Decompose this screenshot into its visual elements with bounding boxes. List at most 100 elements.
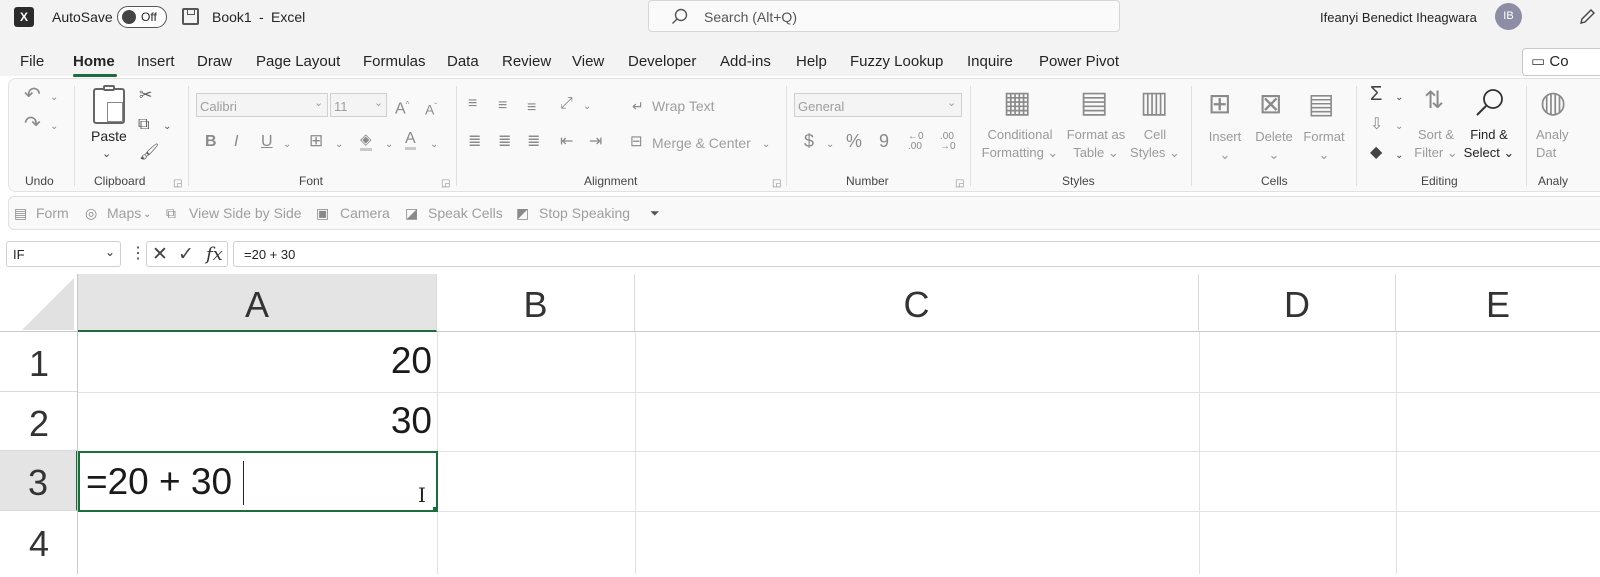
underline-dropdown-icon[interactable]: ⌄ bbox=[283, 137, 291, 153]
decrease-font-icon[interactable]: Aˇ bbox=[425, 99, 437, 118]
copy-icon[interactable]: ⧉ bbox=[138, 117, 149, 133]
tab-add-ins[interactable]: Add-ins bbox=[720, 53, 771, 70]
align-right-icon[interactable]: ≣ bbox=[527, 134, 540, 150]
tab-insert[interactable]: Insert bbox=[137, 53, 175, 70]
stop-speaking-icon[interactable]: ◩ bbox=[516, 205, 529, 221]
increase-indent-icon[interactable]: ⇥ bbox=[589, 134, 602, 150]
find-select-icon[interactable] bbox=[1474, 87, 1506, 119]
italic-icon[interactable]: I bbox=[234, 134, 238, 150]
fill-handle[interactable] bbox=[433, 507, 438, 512]
increase-font-icon[interactable]: A^ bbox=[395, 97, 409, 117]
clipboard-launcher-icon[interactable]: ◲ bbox=[173, 176, 182, 192]
percent-icon[interactable]: % bbox=[846, 132, 862, 150]
row-header-4[interactable]: 4 bbox=[0, 511, 78, 574]
borders-dropdown-icon[interactable]: ⌄ bbox=[335, 137, 343, 153]
column-header-b[interactable]: B bbox=[437, 274, 635, 332]
conditional-formatting-button[interactable]: Conditional Formatting ⌄ bbox=[980, 126, 1060, 162]
cancel-icon[interactable]: ✕ bbox=[152, 243, 168, 266]
tab-review[interactable]: Review bbox=[502, 53, 551, 70]
customize-qat-icon[interactable]: ⏷ bbox=[650, 205, 660, 221]
borders-icon[interactable]: ⊞ bbox=[309, 132, 323, 149]
orientation-dropdown-icon[interactable]: ⌄ bbox=[583, 99, 591, 115]
format-as-table-button[interactable]: Format as Table ⌄ bbox=[1062, 126, 1130, 162]
active-cell-a3[interactable]: =20 + 30 I bbox=[78, 451, 438, 512]
enter-icon[interactable]: ✓ bbox=[178, 243, 194, 266]
redo-dropdown-icon[interactable]: ⌄ bbox=[50, 119, 58, 135]
tab-developer[interactable]: Developer bbox=[628, 53, 696, 70]
insert-cells-icon[interactable]: ⊞ bbox=[1208, 90, 1231, 118]
insert-function-icon[interactable]: fx bbox=[206, 244, 223, 265]
merge-center-button[interactable]: Merge & Center bbox=[652, 135, 751, 151]
autosum-dropdown-icon[interactable]: ⌄ bbox=[1395, 90, 1403, 106]
qat-stop-speaking[interactable]: Stop Speaking bbox=[539, 205, 630, 221]
tab-inquire[interactable]: Inquire bbox=[967, 53, 1013, 70]
fill-icon[interactable]: ⇩ bbox=[1370, 117, 1383, 133]
tab-formulas[interactable]: Formulas bbox=[363, 53, 426, 70]
comma-style-icon[interactable]: 9 bbox=[879, 132, 889, 150]
column-header-e[interactable]: E bbox=[1396, 274, 1600, 332]
undo-dropdown-icon[interactable]: ⌄ bbox=[50, 90, 58, 106]
currency-icon[interactable]: $ bbox=[804, 132, 814, 150]
select-all-corner[interactable] bbox=[0, 274, 78, 332]
cell-styles-button[interactable]: Cell Styles ⌄ bbox=[1126, 126, 1184, 162]
insert-cells-button[interactable]: Insert ⌄ bbox=[1200, 128, 1250, 164]
font-color-icon[interactable]: A bbox=[405, 131, 416, 150]
tab-file[interactable]: File bbox=[20, 53, 44, 70]
orientation-icon[interactable]: ⤢ bbox=[560, 96, 573, 112]
user-avatar[interactable]: IB bbox=[1495, 3, 1522, 30]
find-select-button[interactable]: Find & Select ⌄ bbox=[1462, 126, 1516, 162]
qat-form[interactable]: Form bbox=[36, 205, 69, 221]
conditional-formatting-icon[interactable]: ▦ bbox=[1003, 88, 1031, 118]
search-box[interactable]: Search (Alt+Q) bbox=[648, 0, 1120, 32]
tab-view[interactable]: View bbox=[572, 53, 604, 70]
copy-dropdown-icon[interactable]: ⌄ bbox=[163, 119, 171, 135]
tab-data[interactable]: Data bbox=[447, 53, 479, 70]
cell-styles-icon[interactable]: ▥ bbox=[1140, 88, 1168, 118]
fill-dropdown-icon[interactable]: ⌄ bbox=[1395, 119, 1403, 135]
column-header-c[interactable]: C bbox=[635, 274, 1199, 332]
decrease-decimal-icon[interactable]: .00 →0 bbox=[940, 132, 956, 152]
pen-icon[interactable] bbox=[1578, 8, 1596, 26]
row-header-3[interactable]: 3 bbox=[0, 451, 78, 511]
more-options-icon[interactable]: ⋮ bbox=[130, 243, 146, 263]
formula-input[interactable]: =20 + 30 bbox=[233, 241, 1600, 267]
analyze-data-button[interactable]: Analy Dat bbox=[1536, 126, 1596, 162]
cell-a1[interactable]: 20 bbox=[78, 340, 432, 382]
font-name-select[interactable]: Calibri ⌄ bbox=[196, 93, 328, 117]
tab-power-pivot[interactable]: Power Pivot bbox=[1039, 53, 1119, 70]
view-side-by-side-icon[interactable]: ⧉ bbox=[166, 205, 176, 221]
wrap-text-button[interactable]: Wrap Text bbox=[652, 98, 715, 114]
autosum-icon[interactable]: Σ bbox=[1370, 84, 1382, 104]
tab-home[interactable]: Home bbox=[73, 53, 115, 70]
alignment-launcher-icon[interactable]: ◲ bbox=[772, 176, 781, 192]
maps-icon[interactable]: ◎ bbox=[85, 205, 97, 221]
tab-draw[interactable]: Draw bbox=[197, 53, 232, 70]
format-painter-icon[interactable]: 🖌 bbox=[139, 145, 159, 161]
analyze-data-icon[interactable]: ◍ bbox=[1540, 88, 1566, 118]
font-launcher-icon[interactable]: ◲ bbox=[441, 176, 450, 192]
top-align-icon[interactable]: ≡ bbox=[468, 96, 477, 112]
maps-dropdown-icon[interactable]: ⌄ bbox=[143, 207, 151, 223]
number-format-select[interactable]: General ⌄ bbox=[794, 93, 962, 117]
bold-icon[interactable]: B bbox=[205, 134, 217, 150]
font-color-dropdown-icon[interactable]: ⌄ bbox=[430, 137, 438, 153]
column-header-d[interactable]: D bbox=[1199, 274, 1396, 332]
align-center-icon[interactable]: ≣ bbox=[498, 134, 511, 150]
paste-button[interactable]: Paste bbox=[91, 128, 127, 144]
autosave-toggle[interactable]: Off bbox=[117, 6, 167, 28]
qat-maps[interactable]: Maps bbox=[107, 205, 141, 221]
redo-icon[interactable]: ↷ bbox=[24, 114, 41, 134]
number-launcher-icon[interactable]: ◲ bbox=[955, 176, 964, 192]
sort-filter-icon[interactable]: ⇅ bbox=[1424, 88, 1444, 114]
font-size-select[interactable]: 11 ⌄ bbox=[330, 93, 387, 117]
clear-dropdown-icon[interactable]: ⌄ bbox=[1395, 148, 1403, 164]
qat-view-side-by-side[interactable]: View Side by Side bbox=[189, 205, 302, 221]
tab-help[interactable]: Help bbox=[796, 53, 827, 70]
format-cells-icon[interactable]: ▤ bbox=[1308, 90, 1334, 118]
underline-icon[interactable]: U bbox=[261, 134, 273, 150]
undo-icon[interactable]: ↶ bbox=[24, 85, 41, 105]
cell-a2[interactable]: 30 bbox=[78, 400, 432, 442]
align-left-icon[interactable]: ≣ bbox=[468, 134, 481, 150]
camera-icon[interactable]: ▣ bbox=[316, 205, 329, 221]
fill-color-icon[interactable]: ◈ bbox=[360, 132, 372, 151]
